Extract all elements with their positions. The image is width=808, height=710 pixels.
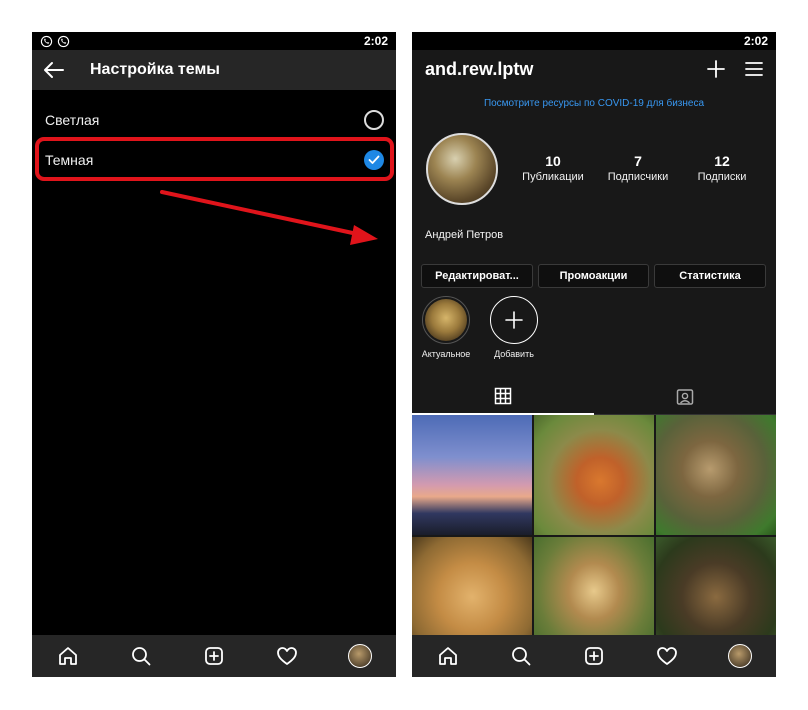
- stat-label: Публикации: [522, 171, 584, 183]
- tab-grid[interactable]: [412, 379, 594, 415]
- new-post-icon: [585, 647, 603, 665]
- home-icon: [59, 647, 78, 665]
- search-icon: [512, 647, 531, 666]
- edit-profile-button[interactable]: Редактироват...: [421, 264, 533, 288]
- new-post-icon: [205, 647, 223, 665]
- viber-icon: [57, 35, 70, 47]
- plus-icon[interactable]: [706, 59, 726, 79]
- viber-icon: [40, 35, 53, 47]
- photo-grid: [412, 415, 776, 657]
- profile-buttons: Редактироват... Промоакции Статистика: [421, 264, 766, 288]
- add-highlight-circle: [490, 296, 538, 344]
- theme-option-label: Светлая: [45, 112, 100, 128]
- highlight-item[interactable]: Актуальное: [419, 296, 473, 359]
- insights-button[interactable]: Статистика: [654, 264, 766, 288]
- radio-unchecked[interactable]: [364, 110, 384, 130]
- display-name: Андрей Петров: [425, 229, 504, 241]
- nav-new-post-button[interactable]: [194, 636, 234, 676]
- nav-search-button[interactable]: [501, 636, 541, 676]
- grid-photo-owl[interactable]: [656, 415, 776, 535]
- profile-avatar[interactable]: [426, 133, 498, 205]
- profile-avatar: [347, 644, 372, 668]
- menu-icon[interactable]: [744, 60, 764, 78]
- covid-resources-link[interactable]: Посмотрите ресурсы по COVID-19 для бизне…: [412, 98, 776, 109]
- stat-posts[interactable]: 10 Публикации: [516, 153, 590, 183]
- nav-profile-button[interactable]: [340, 636, 380, 676]
- arrow-left-icon: [44, 62, 64, 78]
- home-icon: [439, 647, 458, 665]
- nav-home-button[interactable]: [428, 636, 468, 676]
- heart-icon: [656, 647, 677, 665]
- nav-activity-button[interactable]: [647, 636, 687, 676]
- story-highlights: Актуальное Добавить: [419, 296, 541, 359]
- nav-profile-button[interactable]: [720, 636, 760, 676]
- tagged-icon: [676, 388, 694, 405]
- plus-icon: [505, 311, 523, 329]
- profile-page: and.rew.lptw Посмотрите ресурсы по COVID…: [412, 50, 776, 657]
- search-icon: [132, 647, 151, 666]
- nav-home-button[interactable]: [48, 636, 88, 676]
- grid-photo-fox[interactable]: [534, 415, 654, 535]
- highlight-label: Актуальное: [421, 349, 471, 359]
- highlight-circle: [422, 296, 470, 344]
- profile-header: and.rew.lptw: [412, 50, 776, 88]
- stat-value: 7: [634, 153, 642, 169]
- status-icons: [40, 35, 70, 48]
- stat-followers[interactable]: 7 Подписчики: [601, 153, 675, 183]
- add-highlight-item[interactable]: Добавить: [487, 296, 541, 359]
- profile-tabs: [412, 379, 776, 415]
- grid-icon: [494, 387, 512, 405]
- page-title: Настройка темы: [90, 61, 220, 78]
- bottom-nav: [412, 635, 776, 677]
- stat-label: Подписки: [697, 171, 747, 183]
- left-phone-screen: 2:02 Настройка темы Светлая Темная: [32, 32, 396, 677]
- right-phone-screen: 2:02 and.rew.lptw Посмотрите ресурсы по …: [412, 32, 776, 677]
- header-actions: [706, 59, 764, 79]
- theme-settings-header: Настройка темы: [32, 50, 396, 90]
- stat-following[interactable]: 12 Подписки: [685, 153, 759, 183]
- nav-new-post-button[interactable]: [574, 636, 614, 676]
- profile-summary: 10 Публикации 7 Подписчики 12 Подписки: [412, 133, 776, 207]
- theme-option-light[interactable]: Светлая: [32, 100, 396, 140]
- promotions-button[interactable]: Промоакции: [538, 264, 649, 288]
- stat-value: 10: [545, 153, 561, 169]
- profile-avatar: [727, 644, 752, 668]
- heart-icon: [276, 647, 297, 665]
- highlight-image: [425, 299, 467, 341]
- nav-activity-button[interactable]: [267, 636, 307, 676]
- bottom-nav: [32, 635, 396, 677]
- back-button[interactable]: [32, 50, 76, 90]
- stat-label: Подписчики: [607, 171, 669, 183]
- grid-photo-sunset[interactable]: [412, 415, 532, 535]
- status-time: 2:02: [363, 34, 388, 48]
- status-bar: 2:02: [412, 32, 776, 50]
- highlight-label: Добавить: [494, 349, 534, 359]
- tab-tagged[interactable]: [594, 379, 776, 415]
- status-time: 2:02: [743, 34, 768, 48]
- stat-value: 12: [714, 153, 730, 169]
- username[interactable]: and.rew.lptw: [425, 59, 533, 80]
- nav-search-button[interactable]: [121, 636, 161, 676]
- annotation-highlight-box: [35, 137, 394, 181]
- status-bar: 2:02: [32, 32, 396, 50]
